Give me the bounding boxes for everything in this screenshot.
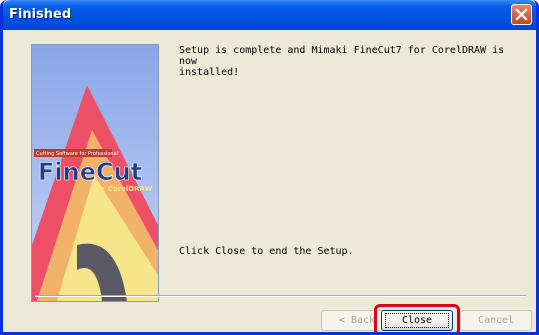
cancel-button[interactable]: Cancel [460, 310, 532, 331]
banner-logo: FineCut [38, 158, 142, 186]
window-title: Finished [9, 7, 72, 22]
banner-logo-sub: for CorelDRAW [94, 185, 153, 193]
setup-dialog: Finished Cutting Software for Profession… [0, 0, 539, 335]
instruction-message: Click Close to end the Setup. [179, 246, 354, 257]
title-bar: Finished [3, 0, 536, 30]
separator [35, 295, 526, 297]
dialog-body: Cutting Software for Professional FineCu… [3, 30, 536, 332]
product-banner-image: Cutting Software for Professional FineCu… [31, 44, 159, 302]
close-icon[interactable] [511, 4, 532, 25]
banner-tagline: Cutting Software for Professional [36, 151, 118, 157]
close-button-highlight [374, 304, 460, 332]
completion-message: Setup is complete and Mimaki FineCut7 fo… [179, 45, 505, 78]
